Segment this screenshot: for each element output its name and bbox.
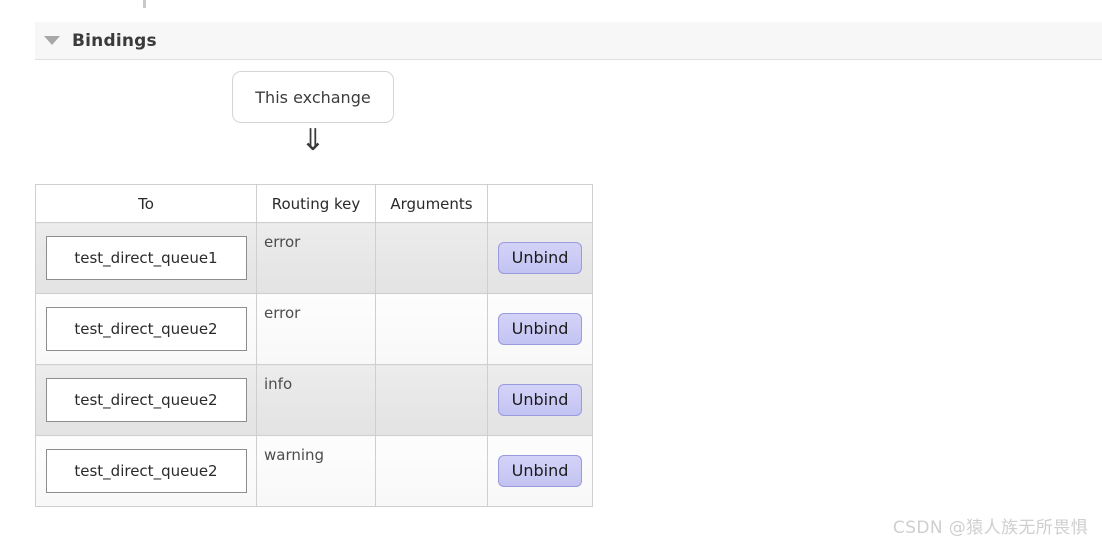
arguments-cell [375, 222, 488, 294]
action-cell: Unbind [487, 364, 593, 436]
arguments-cell [375, 435, 488, 507]
table-row: test_direct_queue2 warning Unbind [35, 435, 593, 507]
arguments-cell [375, 364, 488, 436]
routing-key-cell: error [256, 222, 376, 294]
action-cell: Unbind [487, 435, 593, 507]
action-cell: Unbind [487, 222, 593, 294]
table-row: test_direct_queue2 error Unbind [35, 293, 593, 365]
column-header-to[interactable]: To [35, 184, 257, 223]
table-header-row: To Routing key Arguments [35, 184, 593, 223]
binding-destination-cell: test_direct_queue2 [35, 293, 257, 365]
unbind-button[interactable]: Unbind [497, 454, 583, 488]
table-row: test_direct_queue2 info Unbind [35, 364, 593, 436]
column-header-actions [487, 184, 593, 223]
action-cell: Unbind [487, 293, 593, 365]
routing-key-cell: warning [256, 435, 376, 507]
binding-destination-cell: test_direct_queue2 [35, 435, 257, 507]
binding-destination-cell: test_direct_queue2 [35, 364, 257, 436]
arguments-cell [375, 293, 488, 365]
unbind-button[interactable]: Unbind [497, 383, 583, 417]
queue-link[interactable]: test_direct_queue1 [45, 236, 247, 280]
column-header-routing-key[interactable]: Routing key [256, 184, 376, 223]
bindings-table: To Routing key Arguments test_direct_que… [35, 184, 593, 507]
bindings-section-header[interactable]: Bindings [35, 22, 1102, 60]
queue-link[interactable]: test_direct_queue2 [45, 378, 247, 422]
table-row: test_direct_queue1 error Unbind [35, 222, 593, 294]
routing-key-cell: info [256, 364, 376, 436]
clipped-element-fragment [143, 0, 146, 8]
double-down-arrow-icon: ⇓ [300, 123, 326, 158]
routing-key-cell: error [256, 293, 376, 365]
this-exchange-label: This exchange [255, 87, 371, 107]
page-title: Bindings [72, 30, 157, 51]
triangle-down-icon[interactable] [44, 36, 60, 45]
queue-link[interactable]: test_direct_queue2 [45, 449, 247, 493]
this-exchange-node: This exchange [232, 71, 394, 123]
watermark: CSDN @猿人族无所畏惧 [892, 518, 1088, 538]
queue-link[interactable]: test_direct_queue2 [45, 307, 247, 351]
unbind-button[interactable]: Unbind [497, 312, 583, 346]
column-header-arguments[interactable]: Arguments [375, 184, 488, 223]
unbind-button[interactable]: Unbind [497, 241, 583, 275]
binding-destination-cell: test_direct_queue1 [35, 222, 257, 294]
